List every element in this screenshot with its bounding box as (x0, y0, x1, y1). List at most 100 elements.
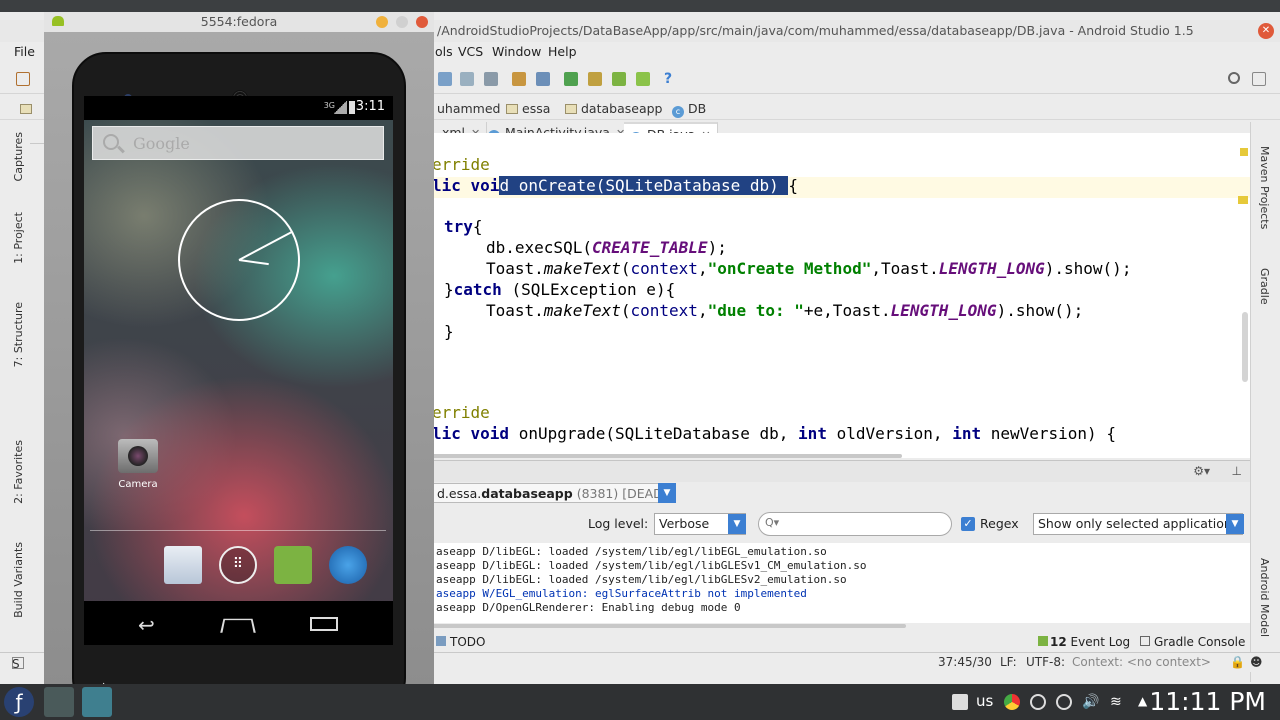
sdk-manager-icon[interactable] (612, 72, 626, 86)
inspector-icon[interactable]: ☻ (1250, 655, 1263, 669)
regex-checkbox[interactable]: ✓ (961, 517, 975, 531)
task-emulator[interactable] (82, 687, 112, 717)
task-mail-icon[interactable] (158, 687, 188, 717)
tool-favorites[interactable]: 2: Favorites (12, 440, 25, 504)
warning-marker[interactable] (1238, 196, 1248, 204)
code-line: }catch (SQLException e){ (444, 280, 676, 299)
search-icon: Q▾ (765, 516, 780, 529)
tool-project[interactable]: 1: Project (12, 212, 25, 264)
structure-icon[interactable] (536, 72, 550, 86)
google-search-bar[interactable]: Google (92, 126, 384, 160)
file-encoding[interactable]: UTF-8: (1026, 655, 1065, 669)
menu-vcs[interactable]: VCS (458, 44, 483, 59)
recents-icon[interactable] (310, 617, 338, 631)
attach-icon[interactable] (484, 72, 498, 86)
right-tool-strip: Maven Projects Gradle Android Model (1250, 122, 1280, 682)
step-icon[interactable] (438, 72, 452, 86)
chevron-down-icon[interactable]: ▼ (658, 483, 676, 503)
breadcrumb-muhammed[interactable]: uhammed (437, 101, 500, 116)
desktop: /AndroidStudioProjects/DataBaseApp/app/s… (0, 0, 1280, 720)
editor-hscrollbar[interactable] (432, 454, 902, 458)
messaging-icon[interactable] (274, 546, 312, 584)
breadcrumb-db[interactable]: c DB (672, 101, 706, 118)
stop-icon[interactable] (1030, 694, 1046, 710)
android-home-screen[interactable]: 3G 3:11 Google Camera ⠿ ↩ (84, 96, 393, 645)
android-monitor-icon[interactable] (636, 72, 650, 86)
line-separator[interactable]: LF: (1000, 655, 1017, 669)
todo-icon (436, 636, 446, 646)
back-icon[interactable]: ↩ (138, 613, 155, 637)
hour-hand (238, 259, 269, 266)
context-indicator: Context: <no context> (1072, 655, 1211, 669)
menu-file[interactable]: File (14, 44, 35, 59)
camera-app-icon[interactable]: Camera (114, 439, 162, 490)
taskbar-clock[interactable]: 11:11 PM (1149, 687, 1266, 716)
layout-icon[interactable] (1252, 72, 1266, 86)
task-app-icon[interactable] (196, 687, 226, 717)
android-status-bar: 3G 3:11 (84, 96, 393, 120)
regex-label: Regex (980, 516, 1019, 531)
analog-clock-widget[interactable] (178, 199, 300, 321)
sync-icon[interactable] (564, 72, 578, 86)
maximize-button[interactable] (396, 16, 408, 28)
build-icon[interactable] (460, 72, 474, 86)
warning-marker[interactable] (1240, 148, 1248, 156)
open-icon[interactable] (16, 72, 30, 86)
tool-captures[interactable]: Captures (12, 132, 25, 181)
task-screen-icon[interactable] (120, 687, 150, 717)
left-tool-strip: 1: Project Captures 7: Structure 2: Favo… (0, 122, 30, 662)
search-icon[interactable] (1228, 72, 1240, 84)
close-icon[interactable]: ✕ (1258, 23, 1274, 39)
wifi-icon[interactable]: ≋ (1110, 694, 1126, 710)
tool-structure[interactable]: 7: Structure (12, 302, 25, 367)
tool-build-variants[interactable]: Build Variants (12, 542, 25, 618)
menu-window[interactable]: Window (492, 44, 541, 59)
tool-window-tabs: TODO 12 Event Log Gradle Console (432, 632, 1250, 654)
menu-tools[interactable]: ols (435, 44, 453, 59)
settings-icon[interactable] (512, 72, 526, 86)
editor-vscrollbar[interactable] (1242, 312, 1248, 382)
process-bar: d.essa.databaseapp (8381) [DEAD] ▼ (432, 482, 1250, 504)
app-drawer-icon[interactable]: ⠿ (219, 546, 257, 584)
help-icon[interactable]: ? (664, 72, 678, 86)
filter-select[interactable]: Show only selected application (1033, 513, 1243, 535)
event-log-icon (1038, 636, 1048, 646)
chrome-icon[interactable] (1004, 694, 1020, 710)
pause-icon[interactable] (1056, 694, 1072, 710)
close-button[interactable] (416, 16, 428, 28)
lock-icon[interactable]: 🔒 (1230, 655, 1245, 669)
logcat-hscrollbar[interactable] (432, 624, 906, 628)
contacts-icon[interactable] (164, 546, 202, 584)
tool-gradle[interactable]: Gradle (1258, 268, 1271, 305)
code-line: Toast.makeText(context,"due to: "+e,Toas… (486, 301, 1084, 320)
minimize-icon[interactable]: ⊥ (1232, 464, 1242, 478)
task-android-studio[interactable] (44, 687, 74, 717)
chevron-down-icon[interactable]: ▼ (728, 514, 746, 534)
clipboard-icon[interactable] (952, 694, 968, 710)
breadcrumb-essa[interactable]: essa (506, 101, 550, 116)
gear-icon[interactable]: ⚙▾ (1193, 464, 1210, 478)
avd-manager-icon[interactable] (588, 72, 602, 86)
process-select[interactable]: d.essa.databaseapp (8381) [DEAD] (432, 483, 673, 503)
logcat-output[interactable]: aseapp D/libEGL: loaded /system/lib/egl/… (432, 543, 1250, 623)
tab-event-log[interactable]: 12 Event Log (1038, 635, 1130, 649)
keyboard-layout[interactable]: us (976, 692, 993, 710)
text-selection: d onCreate(SQLiteDatabase db) (499, 176, 789, 195)
code-line: erride (432, 155, 490, 174)
tool-maven-projects[interactable]: Maven Projects (1258, 146, 1271, 229)
volume-icon[interactable]: 🔊 (1082, 694, 1099, 710)
browser-icon[interactable] (329, 546, 367, 584)
tab-gradle-console[interactable]: Gradle Console (1140, 635, 1245, 649)
breadcrumb-root-icon[interactable] (20, 101, 36, 116)
logcat-search-input[interactable]: Q▾ (758, 512, 952, 536)
menu-help[interactable]: Help (548, 44, 577, 59)
fedora-menu-icon[interactable]: ƒ (4, 687, 34, 717)
tab-todo[interactable]: TODO (436, 635, 485, 649)
tool-android-model[interactable]: Android Model (1258, 558, 1271, 637)
caret-position[interactable]: 37:45/30 (938, 655, 992, 669)
home-icon[interactable] (220, 618, 256, 633)
chevron-down-icon[interactable]: ▼ (1226, 514, 1244, 534)
minimize-button[interactable] (376, 16, 388, 28)
breadcrumb-databaseapp[interactable]: databaseapp (565, 101, 662, 116)
code-editor[interactable]: erride lic void onCreate(SQLiteDatabase … (432, 133, 1250, 458)
